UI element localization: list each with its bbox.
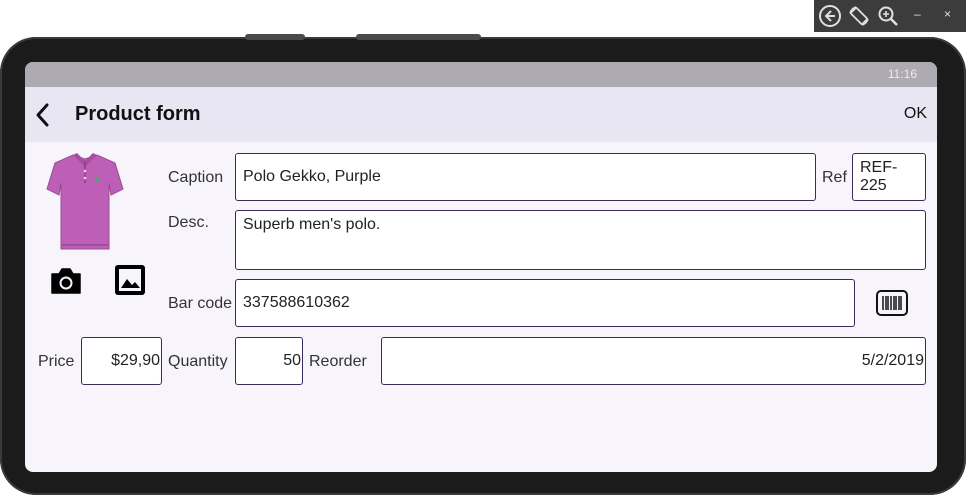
- quantity-label: Quantity: [168, 353, 228, 370]
- caption-field[interactable]: Polo Gekko, Purple: [235, 153, 816, 201]
- zoom-in-icon[interactable]: [876, 4, 900, 28]
- circle-arrow-left-icon[interactable]: [818, 4, 842, 28]
- description-field[interactable]: Superb men's polo.: [235, 210, 926, 270]
- ok-button[interactable]: OK: [904, 105, 927, 123]
- device-button: [356, 34, 481, 40]
- ref-field[interactable]: REF-225: [852, 153, 926, 201]
- app-screen: 11:16 Product form OK Caption Polo Gekko…: [25, 62, 937, 472]
- close-button[interactable]: ×: [944, 7, 951, 21]
- reorder-label: Reorder: [309, 353, 367, 370]
- caption-label: Caption: [168, 169, 224, 186]
- back-button[interactable]: [31, 101, 55, 129]
- chevron-left-icon: [36, 103, 49, 127]
- app-bar: Product form OK: [25, 87, 937, 142]
- page-title: Product form: [75, 103, 201, 125]
- camera-icon[interactable]: [49, 266, 83, 296]
- status-time: 11:16: [887, 67, 917, 81]
- barcode-scan-icon[interactable]: [876, 290, 908, 316]
- barcode-label: Bar code: [168, 295, 233, 312]
- emulator-toolbar: – ×: [814, 0, 966, 32]
- image-gallery-icon[interactable]: [114, 264, 146, 296]
- device-button: [245, 34, 305, 40]
- ref-label: Ref: [822, 169, 847, 186]
- price-field[interactable]: $29,90: [81, 337, 162, 385]
- product-image[interactable]: [45, 149, 125, 253]
- status-bar: 11:16: [25, 62, 937, 87]
- price-label: Price: [38, 353, 75, 370]
- desc-label: Desc.: [168, 214, 209, 231]
- minimize-button[interactable]: –: [914, 7, 921, 21]
- reorder-date-field[interactable]: 5/2/2019: [381, 337, 926, 385]
- rotate-device-icon[interactable]: [847, 4, 871, 28]
- quantity-field[interactable]: 50: [235, 337, 303, 385]
- barcode-field[interactable]: 337588610362: [235, 279, 855, 327]
